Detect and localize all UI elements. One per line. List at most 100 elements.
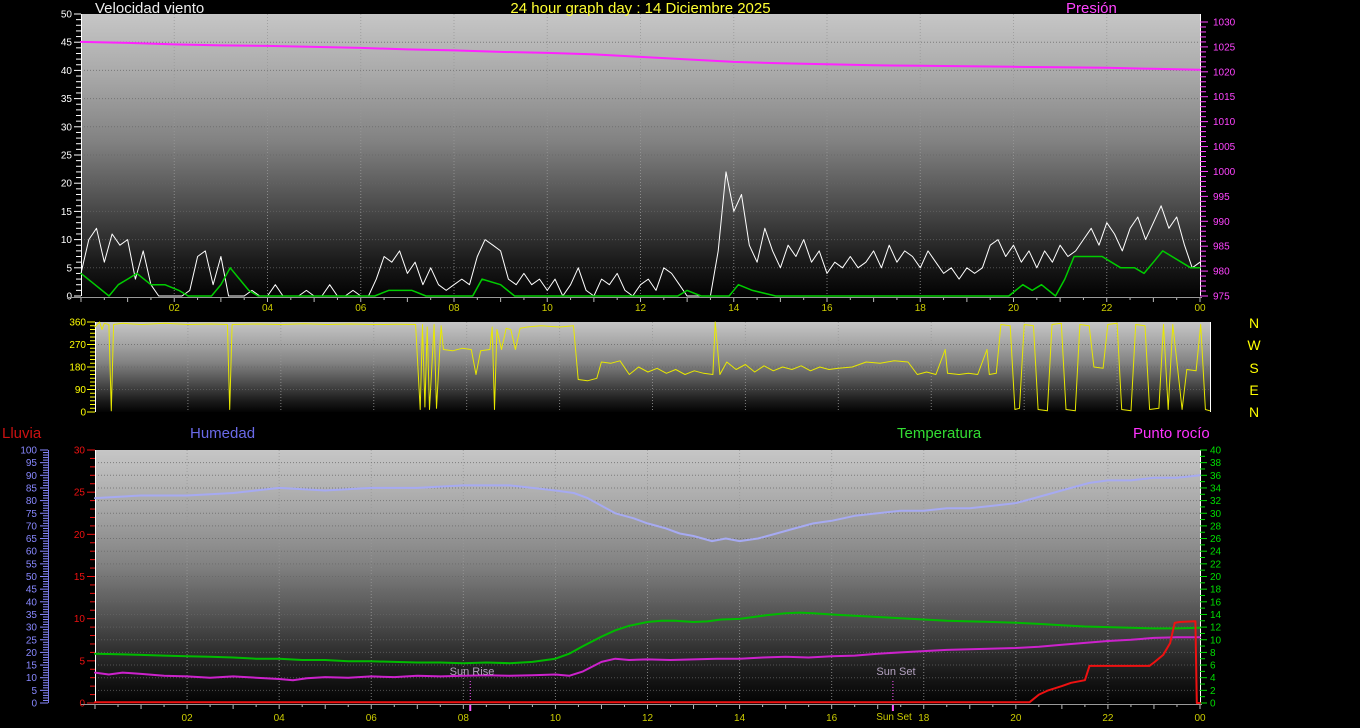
dir-axis: 090180270360 (69, 318, 95, 419)
svg-text:38: 38 (1210, 458, 1222, 469)
svg-text:16: 16 (1210, 597, 1222, 608)
svg-text:0: 0 (80, 408, 86, 419)
humidity-axis: 0510152025303540455055606570758085909510… (20, 446, 48, 710)
svg-text:1030: 1030 (1213, 18, 1236, 29)
svg-text:18: 18 (915, 303, 927, 314)
svg-text:4: 4 (1210, 673, 1216, 684)
compass-label-2: S (1242, 360, 1266, 376)
svg-text:22: 22 (1101, 303, 1113, 314)
svg-text:30: 30 (26, 623, 38, 634)
svg-text:12: 12 (1210, 623, 1222, 634)
compass-label-3: E (1242, 382, 1266, 398)
svg-text:28: 28 (1210, 521, 1222, 532)
svg-text:14: 14 (1210, 610, 1222, 621)
svg-text:06: 06 (355, 303, 367, 314)
svg-text:980: 980 (1213, 267, 1230, 278)
svg-text:100: 100 (20, 446, 37, 457)
svg-text:10: 10 (542, 303, 554, 314)
svg-text:180: 180 (69, 363, 86, 374)
svg-text:26: 26 (1210, 534, 1222, 545)
temperature-title: Temperatura (897, 425, 981, 442)
svg-text:90: 90 (26, 471, 38, 482)
svg-text:2: 2 (1210, 686, 1216, 697)
svg-text:75: 75 (26, 509, 38, 520)
svg-text:22: 22 (1210, 559, 1222, 570)
svg-text:04: 04 (262, 303, 274, 314)
svg-text:1005: 1005 (1213, 142, 1236, 153)
svg-text:0: 0 (31, 699, 37, 710)
svg-text:34: 34 (1210, 483, 1222, 494)
sun-rise-label: Sun Rise (442, 666, 502, 678)
svg-text:25: 25 (74, 488, 86, 499)
temp-axis: 0246810121416182022242628303234363840 (1200, 446, 1222, 710)
svg-text:15: 15 (74, 572, 86, 583)
svg-text:975: 975 (1213, 292, 1230, 303)
svg-text:22: 22 (1102, 713, 1114, 724)
svg-text:20: 20 (61, 179, 73, 190)
svg-text:45: 45 (26, 585, 38, 596)
svg-text:10: 10 (61, 235, 73, 246)
svg-text:14: 14 (734, 713, 746, 724)
svg-text:04: 04 (274, 713, 286, 724)
wind-axis: 05101520253035404550 (61, 10, 81, 303)
svg-text:40: 40 (1210, 446, 1222, 457)
sun-set-label: Sun Set (864, 666, 928, 678)
svg-text:18: 18 (1210, 585, 1222, 596)
svg-text:90: 90 (75, 385, 87, 396)
svg-text:20: 20 (26, 648, 38, 659)
svg-text:1020: 1020 (1213, 67, 1236, 78)
charts-canvas: 0510152025303540455097598098599099510001… (0, 0, 1360, 728)
svg-text:55: 55 (26, 559, 38, 570)
svg-text:20: 20 (1008, 303, 1020, 314)
pressure-title: Presión (1066, 0, 1117, 17)
svg-text:14: 14 (728, 303, 740, 314)
svg-text:5: 5 (79, 656, 85, 667)
svg-text:270: 270 (69, 340, 86, 351)
svg-text:30: 30 (74, 446, 86, 457)
svg-text:70: 70 (26, 521, 38, 532)
svg-text:30: 30 (61, 122, 73, 133)
svg-text:35: 35 (61, 94, 73, 105)
svg-text:36: 36 (1210, 471, 1222, 482)
pressure-axis: 9759809859909951000100510101015102010251… (1200, 18, 1236, 303)
svg-text:20: 20 (74, 530, 86, 541)
rain-title: Lluvia (2, 425, 41, 442)
svg-text:08: 08 (458, 713, 470, 724)
svg-text:65: 65 (26, 534, 38, 545)
weather-graph-page: 0510152025303540455097598098599099510001… (0, 0, 1360, 728)
svg-text:20: 20 (1010, 713, 1022, 724)
svg-text:25: 25 (26, 635, 38, 646)
dew-point-title: Punto rocío (1133, 425, 1210, 442)
svg-text:1015: 1015 (1213, 92, 1236, 103)
svg-text:50: 50 (61, 10, 73, 21)
svg-text:10: 10 (1210, 635, 1222, 646)
humidity-title: Humedad (190, 425, 255, 442)
svg-text:08: 08 (448, 303, 460, 314)
svg-text:10: 10 (74, 614, 86, 625)
svg-text:02: 02 (182, 713, 194, 724)
page-title: 24 hour graph day : 14 Diciembre 2025 (81, 0, 1200, 17)
svg-text:32: 32 (1210, 496, 1222, 507)
svg-text:06: 06 (366, 713, 378, 724)
svg-text:10: 10 (550, 713, 562, 724)
svg-text:50: 50 (26, 572, 38, 583)
svg-text:00: 00 (1194, 303, 1206, 314)
svg-text:995: 995 (1213, 192, 1230, 203)
svg-text:12: 12 (642, 713, 654, 724)
svg-text:0: 0 (1210, 699, 1216, 710)
svg-text:1000: 1000 (1213, 167, 1236, 178)
svg-text:1025: 1025 (1213, 42, 1236, 53)
svg-text:95: 95 (26, 458, 38, 469)
svg-text:1010: 1010 (1213, 117, 1236, 128)
svg-text:20: 20 (1210, 572, 1222, 583)
svg-text:35: 35 (26, 610, 38, 621)
compass-label-4: N (1242, 404, 1266, 420)
compass-label-1: W (1242, 337, 1266, 353)
svg-text:18: 18 (918, 713, 930, 724)
svg-text:40: 40 (61, 66, 73, 77)
svg-text:40: 40 (26, 597, 38, 608)
svg-text:985: 985 (1213, 242, 1230, 253)
compass-label-0: N (1242, 315, 1266, 331)
svg-text:85: 85 (26, 483, 38, 494)
axis-sun-set-label: Sun Set (872, 712, 916, 723)
